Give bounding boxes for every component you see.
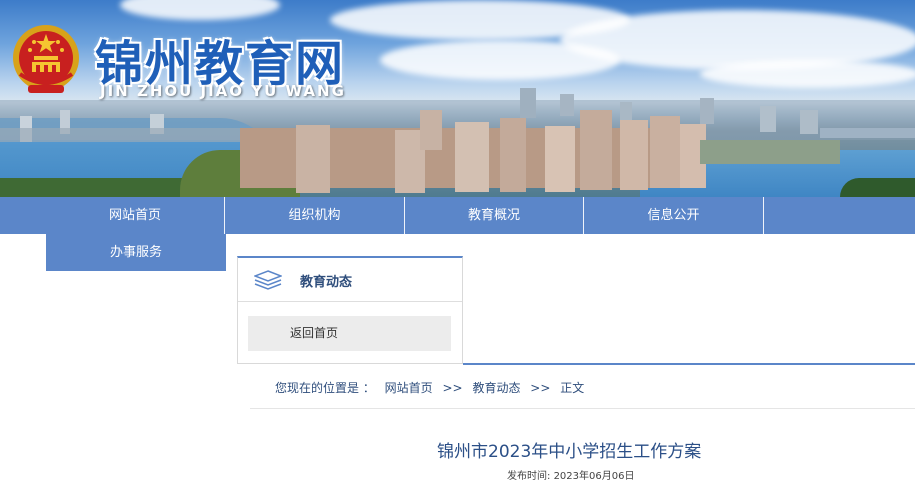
breadcrumb-divider	[250, 408, 915, 409]
main-nav: 网站首页 组织机构 教育概况 信息公开	[0, 197, 915, 234]
nav-item-home[interactable]: 网站首页	[46, 197, 224, 234]
nav-item-info-disclosure[interactable]: 信息公开	[584, 197, 763, 234]
breadcrumb-separator: >>	[442, 381, 463, 395]
breadcrumb-home-link[interactable]: 网站首页	[385, 381, 433, 395]
header-banner: 锦州教育网 JIN ZHOU JIAO YU WANG	[0, 0, 915, 197]
national-emblem-icon	[13, 25, 79, 93]
content-divider	[463, 363, 915, 365]
cloud-decoration	[380, 40, 620, 80]
breadcrumb-current: 正文	[560, 381, 585, 395]
cloud-decoration	[120, 0, 280, 20]
article-title: 锦州市2023年中小学招生工作方案	[437, 442, 702, 462]
breadcrumb: 您现在的位置是 ： 网站首页 >> 教育动态 >> 正文	[275, 379, 590, 396]
site-subtitle: JIN ZHOU JIAO YU WANG	[100, 82, 346, 100]
nav-item-services[interactable]: 办事服务	[46, 234, 226, 271]
nav-item-education-overview[interactable]: 教育概况	[405, 197, 583, 234]
back-home-link[interactable]: 返回首页	[248, 316, 451, 351]
breadcrumb-news-link[interactable]: 教育动态	[472, 381, 520, 395]
publish-date: 2023年06月06日	[553, 471, 635, 482]
breadcrumb-separator: >>	[530, 381, 551, 395]
publish-label: 发布时间:	[507, 471, 551, 482]
nav-divider	[763, 197, 764, 234]
publish-info: 发布时间: 2023年06月06日	[507, 467, 634, 482]
breadcrumb-prefix: 您现在的位置是 ：	[275, 381, 375, 395]
sidebar-panel: 教育动态 返回首页	[237, 256, 463, 364]
sidebar-header: 教育动态	[238, 258, 462, 302]
nav-item-organization[interactable]: 组织机构	[225, 197, 404, 234]
layers-icon	[254, 270, 282, 290]
sidebar-title: 教育动态	[300, 275, 353, 290]
